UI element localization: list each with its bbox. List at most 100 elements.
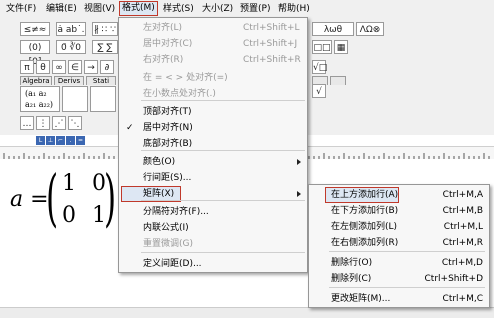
format-menu-item[interactable]: 定义间距(D)...: [119, 256, 307, 272]
menu-item-label: 更改矩阵(M)...: [331, 294, 391, 304]
matrix-submenu-item[interactable]: 删除列(C) Ctrl+Shift+D: [309, 271, 489, 287]
matrix-submenu-item[interactable]: 在上方添加行(A) Ctrl+M,A: [309, 187, 489, 203]
relations-palette[interactable]: ≤≠≈: [20, 22, 50, 36]
matrix-submenu-item[interactable]: 在下方添加行(B) Ctrl+M,B: [309, 203, 489, 219]
menu-item-label: 左对齐(L): [143, 23, 183, 33]
menu-separator: [141, 100, 305, 101]
circle-slash-button[interactable]: √□: [312, 60, 327, 74]
equation-lhs: a =: [10, 187, 49, 212]
menu-item-shortcut: Ctrl+M,D: [441, 258, 483, 268]
format-menu-item[interactable]: 居中对齐(N) ✓: [119, 120, 307, 136]
menu-item-label: 居中对齐(C): [143, 39, 193, 49]
menu-item-label: 重置微调(G): [143, 239, 193, 249]
tab-decimal-icon[interactable]: .: [66, 136, 75, 145]
matrix-cell-11[interactable]: 1: [62, 171, 76, 196]
format-menu-item: 左对齐(L) Ctrl+Shift+L: [119, 20, 307, 36]
tab-right-icon[interactable]: ⌐: [56, 136, 65, 145]
matrix-submenu-item[interactable]: 更改矩阵(M)... Ctrl+M,C: [309, 291, 489, 307]
matrix-template-a[interactable]: (a₁ a₂ a₂₁ a₂₂): [20, 86, 60, 112]
tab-algebra[interactable]: Algebra: [20, 76, 52, 85]
menu-item-shortcut: Ctrl+M,B: [442, 206, 483, 216]
infinity-button[interactable]: ∞: [52, 60, 66, 74]
dots-button[interactable]: …: [20, 116, 34, 130]
tab-left-icon[interactable]: L: [36, 136, 45, 145]
menu-item-label: 在下方添加行(B): [331, 206, 399, 216]
fractions-palette[interactable]: 0̄ ∛0: [56, 40, 86, 54]
ddots-button[interactable]: ⋰: [52, 116, 66, 130]
embellish-palette[interactable]: ∦ ∷ ∵: [92, 22, 118, 36]
matrix-submenu: 在上方添加行(A) Ctrl+M,A 在下方添加行(B) Ctrl+M,B 在左侧添加列…: [308, 184, 490, 308]
greek-upper-palette[interactable]: ΛΩ⊗: [356, 22, 384, 36]
menu-item-shortcut: Ctrl+M,R: [442, 238, 483, 248]
format-menu-item: 重置微调(G): [119, 236, 307, 252]
format-menu-item[interactable]: 内联公式(I): [119, 220, 307, 236]
subscripts-palette[interactable]: ∑ ∑̄: [92, 40, 118, 54]
greek-lower-palette[interactable]: λωθ: [312, 22, 354, 36]
matrix-grid-palette[interactable]: □□: [312, 40, 332, 54]
tab-align-icon[interactable]: =: [76, 136, 85, 145]
menu-item-label: 内联公式(I): [143, 223, 189, 233]
menu-item-shortcut: Ctrl+M,A: [442, 190, 483, 200]
matrix-submenu-item[interactable]: 在左侧添加列(L) Ctrl+M,L: [309, 219, 489, 235]
menu-item-shortcut: Ctrl+Shift+R: [243, 55, 301, 65]
menu-separator: [141, 150, 305, 151]
matrix-template-b[interactable]: [62, 86, 88, 112]
format-menu-item: 居中对齐(C) Ctrl+Shift+J: [119, 36, 307, 52]
menu-item-label: 颜色(O): [143, 157, 176, 167]
partial-button[interactable]: ∂: [100, 60, 114, 74]
format-menu-item[interactable]: 顶部对齐(T): [119, 104, 307, 120]
horizontal-scrollbar[interactable]: [0, 307, 494, 318]
menu-item-label: 在上方添加行(A): [331, 190, 399, 200]
menu-help[interactable]: 帮助(H): [278, 3, 310, 16]
menu-separator: [141, 200, 305, 201]
tab-stati[interactable]: Stati: [86, 76, 116, 85]
menu-item-label: 删除列(C): [331, 274, 372, 284]
format-menu-item: 右对齐(R) Ctrl+Shift+R: [119, 52, 307, 68]
format-menu-item[interactable]: 颜色(O): [119, 154, 307, 170]
tab-derivs[interactable]: Derivs: [54, 76, 84, 85]
menu-item-shortcut: Ctrl+M,C: [442, 294, 483, 304]
menu-item-label: 右对齐(R): [143, 55, 184, 65]
matrix-cell-21[interactable]: 0: [62, 203, 76, 228]
menu-separator: [141, 252, 305, 253]
checkmark-icon: ✓: [126, 123, 134, 133]
menu-size[interactable]: 大小(Z): [202, 3, 233, 16]
left-paren: (: [46, 161, 59, 234]
format-menu-item: 在 = < > 处对齐(=): [119, 70, 307, 86]
menu-item-label: 行间距(S)...: [143, 173, 192, 183]
diag-dots-button[interactable]: ⋱: [68, 116, 82, 130]
right-paren: ): [104, 161, 117, 234]
sqrt-button[interactable]: √: [312, 84, 326, 98]
menu-item-label: 在右侧添加列(R): [331, 238, 399, 248]
spaces-palette[interactable]: ȧ ab˙.: [56, 22, 86, 36]
menu-file[interactable]: 文件(F): [6, 3, 36, 16]
matrix-submenu-item[interactable]: 删除行(O) Ctrl+M,D: [309, 255, 489, 271]
menu-view[interactable]: 视图(V): [84, 3, 115, 16]
theta-button[interactable]: θ: [36, 60, 50, 74]
submenu-arrow-icon: [297, 191, 301, 197]
menu-item-shortcut: Ctrl+Shift+D: [424, 274, 483, 284]
menu-item-shortcut: Ctrl+M,L: [443, 222, 483, 232]
tab-9[interactable]: [330, 76, 346, 85]
menu-style[interactable]: 样式(S): [163, 3, 194, 16]
menu-format[interactable]: 格式(M): [119, 1, 158, 16]
menu-preferences[interactable]: 预置(P): [240, 3, 270, 16]
matrix-template-c[interactable]: [90, 86, 116, 112]
matrix-submenu-item[interactable]: 在右侧添加列(R) Ctrl+M,R: [309, 235, 489, 251]
pi-button[interactable]: π: [20, 60, 34, 74]
matrix-table-palette[interactable]: ▦: [334, 40, 348, 54]
menu-edit[interactable]: 编辑(E): [46, 3, 77, 16]
menu-item-shortcut: Ctrl+Shift+L: [243, 23, 300, 33]
menu-item-label: 居中对齐(N): [143, 123, 193, 133]
format-menu-item[interactable]: 分隔符对齐(F)...: [119, 204, 307, 220]
arrow-button[interactable]: →: [84, 60, 98, 74]
menu-item-label: 定义间距(D)...: [143, 259, 202, 269]
format-menu: 左对齐(L) Ctrl+Shift+L 居中对齐(C) Ctrl+Shift+J 右对齐…: [118, 17, 308, 273]
fences-palette[interactable]: (0) [0]: [20, 40, 50, 67]
element-of-button[interactable]: ∈: [68, 60, 82, 74]
submenu-arrow-icon: [297, 159, 301, 165]
format-menu-item[interactable]: 行间距(S)...: [119, 170, 307, 186]
menu-item-label: 分隔符对齐(F)...: [143, 207, 209, 217]
tab-center-icon[interactable]: ⊥: [46, 136, 55, 145]
vdots-button[interactable]: ⋮: [36, 116, 50, 130]
